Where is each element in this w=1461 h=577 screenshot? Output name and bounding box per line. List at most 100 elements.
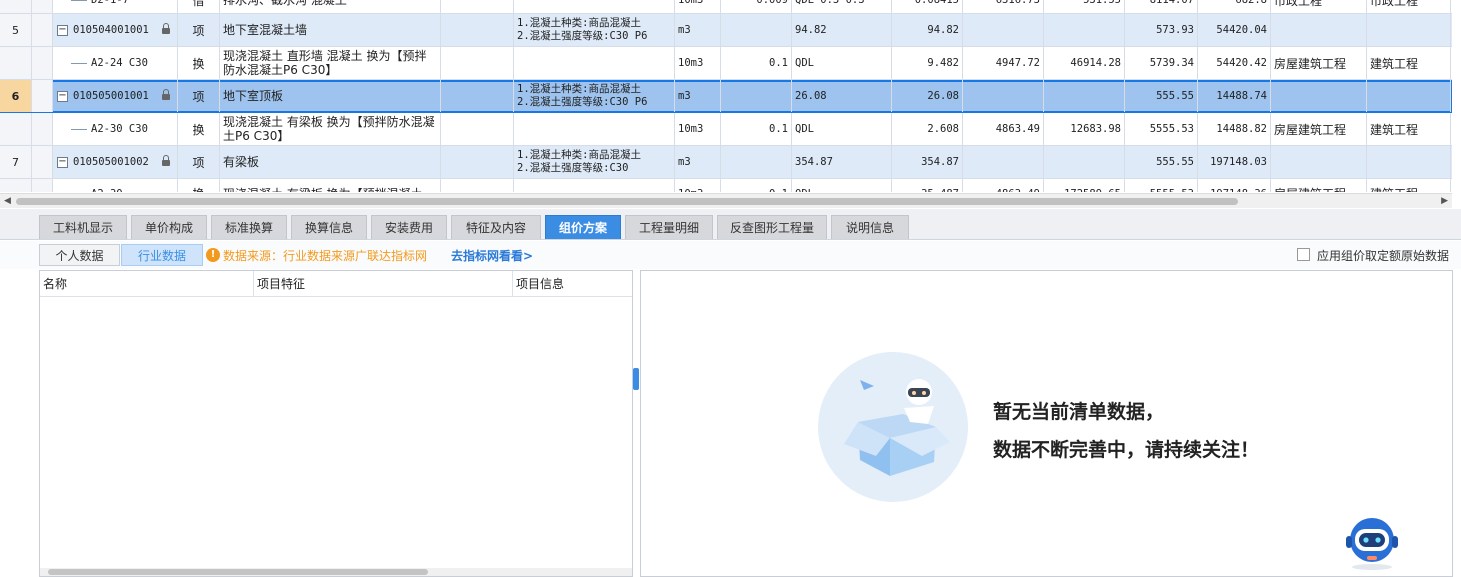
item-features[interactable] [514,179,675,192]
item-total-price[interactable] [1044,14,1125,46]
item-content-qty[interactable] [721,146,792,178]
grid-row[interactable]: 7−010505001002 项有梁板 1.混凝土种类:商品混凝土 2.混凝土强度等… [0,146,1452,179]
item-code[interactable]: −010504001001 [53,14,178,46]
item-content-qty[interactable]: 0.1 [721,47,792,79]
item-category[interactable]: 建筑工程 [1367,179,1451,192]
item-composite-total[interactable]: 682.8 [1198,0,1271,13]
item-composite-total[interactable]: 54420.42 [1198,47,1271,79]
row-number[interactable] [0,179,32,192]
item-composite-total[interactable]: 54420.04 [1198,14,1271,46]
item-total-price[interactable]: 172589.65 [1044,179,1125,192]
item-features[interactable] [514,113,675,145]
item-specialty[interactable] [1271,80,1367,112]
item-spare[interactable] [441,0,514,13]
item-unit[interactable]: 10m3 [675,113,721,145]
item-specialty[interactable] [1271,14,1367,46]
item-type[interactable]: 项 [178,80,220,112]
item-total-price[interactable]: 46914.28 [1044,47,1125,79]
header-name[interactable]: 名称 [40,271,254,296]
item-composite-price[interactable]: 5555.53 [1125,113,1198,145]
item-composite-price[interactable]: 5739.34 [1125,47,1198,79]
tab-labor-material[interactable]: 工料机显示 [39,215,127,239]
personal-data-button[interactable]: 个人数据 [39,244,120,266]
item-quantity[interactable]: 2.608 [892,113,963,145]
tab-description[interactable]: 说明信息 [831,215,909,239]
scroll-left-icon[interactable]: ◀ [4,196,11,206]
item-spare[interactable] [441,47,514,79]
item-total-price[interactable]: 12683.98 [1044,113,1125,145]
tab-standard-conversion[interactable]: 标准换算 [211,215,287,239]
item-code[interactable]: −010505001001 [53,80,178,112]
item-type[interactable]: 项 [178,14,220,46]
item-spare[interactable] [441,14,514,46]
item-composite-total[interactable]: 197148.03 [1198,146,1271,178]
row-marker[interactable] [32,47,53,79]
item-content-qty[interactable]: 0.1 [721,179,792,192]
item-unit-price[interactable]: 6316.73 [963,0,1044,13]
item-composite-price[interactable]: 5555.53 [1125,179,1198,192]
item-composite-total[interactable]: 14488.74 [1198,80,1271,112]
item-name[interactable]: 排水沟、截水沟 混凝土 [220,0,441,13]
item-code[interactable]: A2-30 [53,179,178,192]
item-features[interactable]: 1.混凝土种类:商品混凝土 2.混凝土强度等级:C30 P6 [514,14,675,46]
item-quantity[interactable]: 0.08415 [892,0,963,13]
item-spare[interactable] [441,179,514,192]
grid-row[interactable]: A2-24 C30 换现浇混凝土 直形墙 混凝土 换为【预拌防水混凝土P6 C30… [0,47,1452,80]
collapse-toggle-icon[interactable]: − [57,24,68,36]
scroll-thumb[interactable] [16,198,1238,205]
grid-row[interactable]: A2-30 换现浇混凝土 有梁板 换为【预拌混凝土 10m30.1QDL35.487… [0,179,1452,192]
item-category[interactable]: 建筑工程 [1367,47,1451,79]
item-unit-price[interactable]: 4863.49 [963,113,1044,145]
item-unit[interactable]: 10m3 [675,179,721,192]
go-to-index-link[interactable]: 去指标网看看> [451,247,533,264]
item-type[interactable]: 借 [178,0,220,13]
item-features[interactable] [514,0,675,13]
item-quantity[interactable]: 354.87 [892,146,963,178]
row-marker[interactable] [32,179,53,192]
item-composite-price[interactable]: 555.55 [1125,80,1198,112]
item-name[interactable]: 有梁板 [220,146,441,178]
item-content-qty[interactable]: 0.1 [721,113,792,145]
apply-original-checkbox[interactable] [1297,248,1310,261]
tab-conversion-info[interactable]: 换算信息 [291,215,367,239]
row-number[interactable] [0,47,32,79]
item-category[interactable] [1367,80,1451,112]
item-name[interactable]: 地下室混凝土墙 [220,14,441,46]
item-type[interactable]: 项 [178,146,220,178]
item-total-price[interactable]: 531.55 [1044,0,1125,13]
industry-data-button[interactable]: 行业数据 [121,244,203,266]
item-type[interactable]: 换 [178,47,220,79]
item-specialty[interactable]: 市政工程 [1271,0,1367,13]
tab-graphic-quantity[interactable]: 反查图形工程量 [717,215,827,239]
row-marker[interactable] [32,113,53,145]
row-marker[interactable] [32,0,53,13]
item-composite-total[interactable]: 14488.82 [1198,113,1271,145]
grid-horizontal-scrollbar[interactable]: ◀ ▶ [0,193,1452,208]
item-category[interactable] [1367,146,1451,178]
tab-features[interactable]: 特征及内容 [451,215,541,239]
item-code[interactable]: D2-1-7 [53,0,178,13]
item-code[interactable]: A2-30 C30 [53,113,178,145]
item-category[interactable]: 市政工程 [1367,0,1451,13]
grid-row[interactable]: 5 −010504001001 项地下室混凝土墙 1.混凝土种类:商品混凝土 2.混凝… [0,14,1452,47]
collapse-toggle-icon[interactable]: − [57,156,68,168]
row-number[interactable] [0,0,32,13]
item-expression[interactable]: 26.08 [792,80,892,112]
item-expression[interactable]: QDL*0.3*0.3 [792,0,892,13]
item-unit[interactable]: m3 [675,146,721,178]
header-features[interactable]: 项目特征 [254,271,513,296]
item-features[interactable]: 1.混凝土种类:商品混凝土 2.混凝土强度等级:C30 P6 [514,80,675,112]
row-number[interactable]: 5 [0,14,32,46]
item-quantity[interactable]: 9.482 [892,47,963,79]
list-horizontal-scrollbar[interactable] [40,568,632,576]
item-content-qty[interactable] [721,80,792,112]
collapse-toggle-icon[interactable]: − [57,90,68,102]
item-code[interactable]: −010505001002 [53,146,178,178]
item-specialty[interactable] [1271,146,1367,178]
header-project-info[interactable]: 项目信息 [513,271,632,296]
item-quantity[interactable]: 35.487 [892,179,963,192]
item-name[interactable]: 地下室顶板 [220,80,441,112]
row-number[interactable] [0,113,32,145]
item-type[interactable]: 换 [178,179,220,192]
panel-splitter-handle[interactable] [633,368,639,390]
